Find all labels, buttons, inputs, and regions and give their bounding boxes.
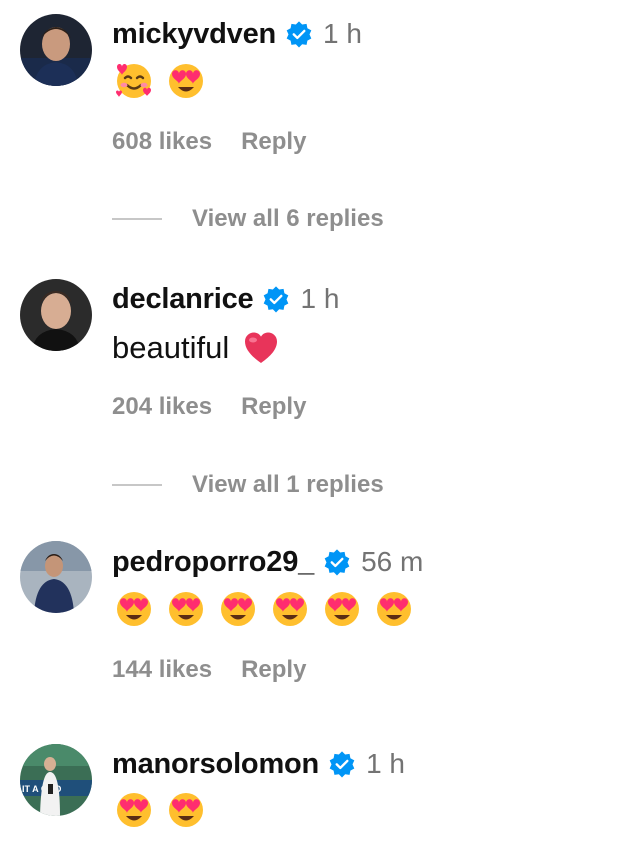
view-replies-label[interactable]: View all 6 replies — [192, 205, 384, 233]
username[interactable]: declanrice — [112, 283, 254, 316]
verified-badge-icon — [328, 750, 356, 778]
heart-eyes-icon — [114, 588, 154, 628]
heart-eyes-icon — [374, 588, 414, 628]
username[interactable]: manorsolomon — [112, 748, 319, 781]
timestamp: 56 m — [361, 546, 424, 577]
heart-icon — [243, 331, 279, 365]
timestamp: 1 h — [366, 748, 405, 779]
reply-button[interactable]: Reply — [241, 128, 306, 156]
comment-header: pedroporro29_ 56 m — [112, 544, 423, 580]
avatar[interactable] — [20, 14, 92, 86]
timestamp: 1 h — [300, 283, 340, 314]
comment-header: mickyvdven 1 h — [112, 16, 362, 52]
verified-badge-icon — [323, 548, 351, 576]
view-replies-link[interactable]: View all 6 replies — [112, 205, 384, 233]
verified-badge-icon — [285, 20, 313, 48]
comment-meta: 608 likes Reply — [112, 128, 306, 156]
heart-eyes-icon — [270, 588, 310, 628]
emoji-row — [114, 60, 206, 100]
reply-button[interactable]: Reply — [241, 656, 306, 684]
avatar[interactable] — [20, 279, 92, 351]
comment-body: beautiful — [112, 330, 230, 365]
emoji-row — [114, 588, 414, 628]
divider-line — [112, 484, 162, 486]
comment-header: manorsolomon 1 h — [112, 746, 405, 782]
smiling-face-with-hearts-icon — [114, 60, 154, 100]
view-replies-label[interactable]: View all 1 replies — [192, 471, 384, 499]
comment-meta: 144 likes Reply — [112, 656, 306, 684]
username[interactable]: mickyvdven — [112, 18, 276, 51]
likes-count[interactable]: 144 likes — [112, 656, 212, 684]
divider-line — [112, 218, 162, 220]
heart-eyes-icon — [114, 789, 154, 829]
comment-header: declanrice 1 h — [112, 281, 339, 317]
comment-meta: 204 likes Reply — [112, 393, 306, 421]
heart-eyes-icon — [166, 789, 206, 829]
timestamp: 1 h — [323, 18, 362, 49]
username[interactable]: pedroporro29_ — [112, 546, 314, 579]
avatar[interactable]: IT A COO — [20, 744, 92, 816]
view-replies-link[interactable]: View all 1 replies — [112, 471, 384, 499]
heart-eyes-icon — [218, 588, 258, 628]
verified-badge-icon — [262, 285, 290, 313]
heart-eyes-icon — [322, 588, 362, 628]
comment-text: beautiful — [112, 328, 279, 368]
emoji-row — [114, 789, 206, 829]
avatar[interactable] — [20, 541, 92, 613]
likes-count[interactable]: 608 likes — [112, 128, 212, 156]
reply-button[interactable]: Reply — [241, 393, 306, 421]
likes-count[interactable]: 204 likes — [112, 393, 212, 421]
heart-eyes-icon — [166, 588, 206, 628]
heart-eyes-icon — [166, 60, 206, 100]
